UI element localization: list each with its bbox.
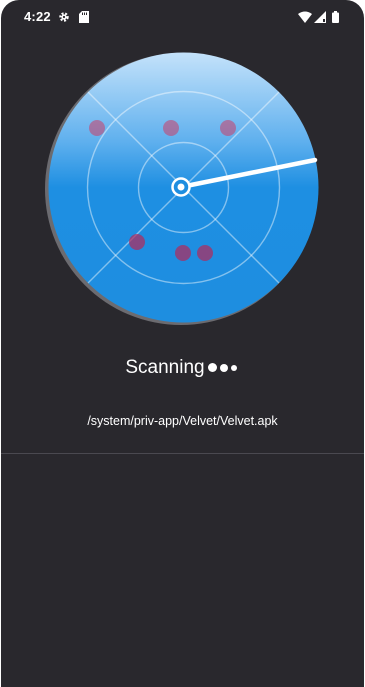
app-screen: 4:22 Scanning /system/priv-app/Velvet/Ve…	[1, 0, 364, 687]
gear-icon	[58, 10, 70, 28]
loading-dots-icon	[207, 357, 240, 379]
sd-card-icon	[79, 10, 89, 28]
signal-icon	[314, 10, 326, 28]
sweep-hand	[178, 157, 318, 190]
radar-sweep	[171, 157, 318, 197]
current-scan-path: /system/priv-app/Velvet/Velvet.apk	[87, 414, 278, 428]
radar-center-dot	[177, 183, 185, 191]
status-time: 4:22	[24, 9, 51, 24]
status-bar: 4:22	[1, 0, 364, 32]
scan-status-label: Scanning	[125, 357, 205, 379]
battery-icon	[332, 10, 339, 28]
radar-scanner	[45, 49, 322, 326]
wifi-icon	[298, 10, 312, 28]
scan-status: Scanning	[1, 357, 364, 379]
divider	[1, 453, 364, 454]
